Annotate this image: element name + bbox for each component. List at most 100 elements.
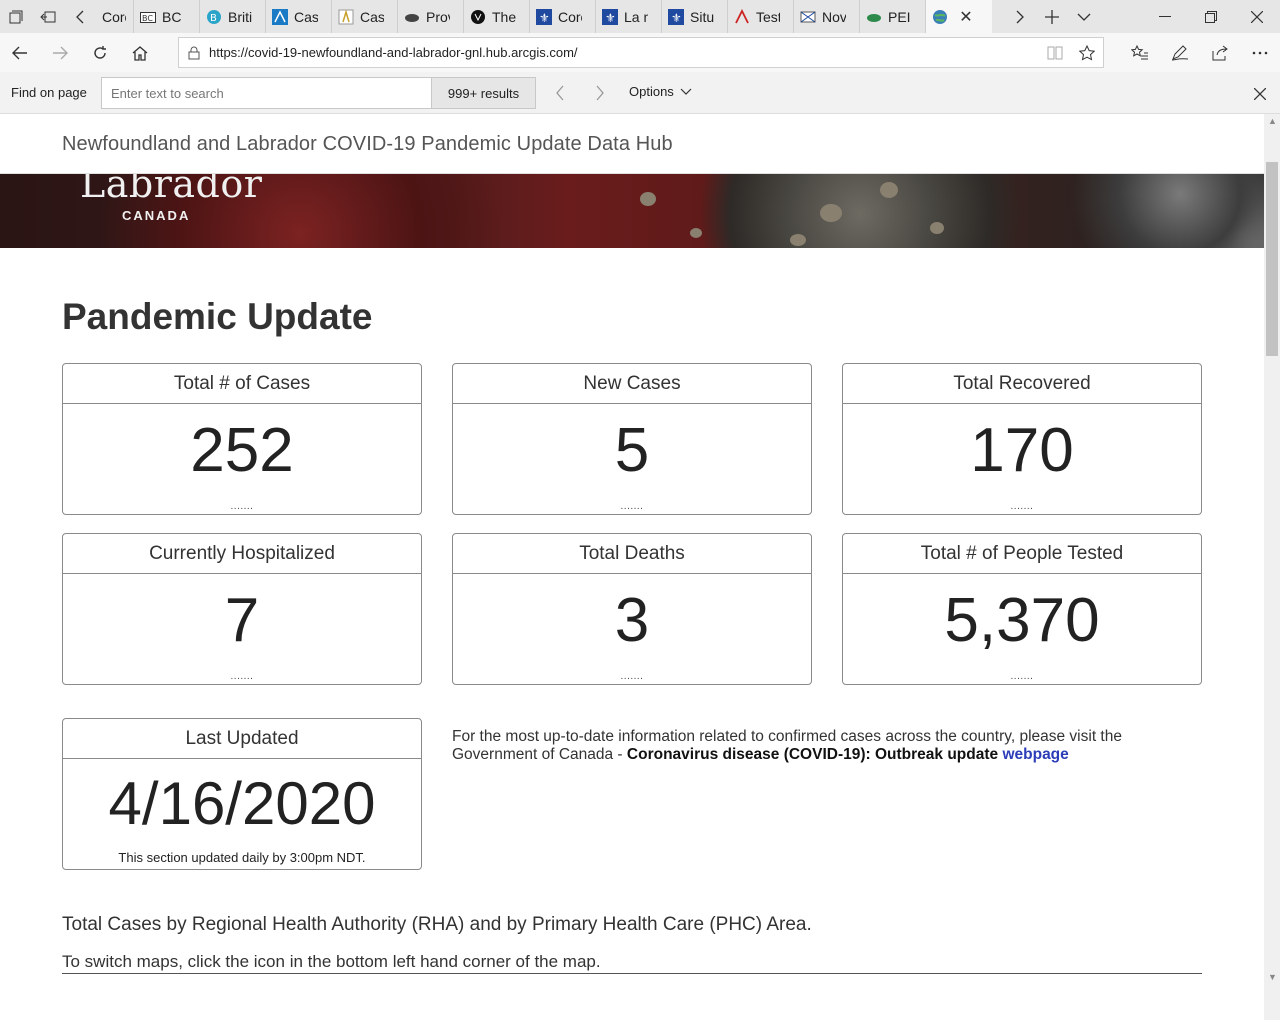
find-options-button[interactable]: Options [629, 84, 692, 99]
banner-logo-text: Labrador [80, 174, 263, 206]
card-footer: ....... [1010, 501, 1034, 512]
card-footer: ....... [1010, 671, 1034, 682]
last-updated-date: 4/16/2020 [108, 770, 376, 837]
tab-label: PEI ( [888, 8, 912, 25]
rha-section-heading: Total Cases by Regional Health Authority… [62, 914, 812, 935]
stat-card-people-tested: Total # of People Tested 5,370 ....... [842, 533, 1202, 685]
more-menu-icon[interactable] [1240, 33, 1280, 72]
site-title[interactable]: Newfoundland and Labrador COVID-19 Pande… [62, 133, 673, 156]
share-icon[interactable] [1200, 33, 1240, 72]
card-title: Last Updated [63, 719, 421, 759]
tab-item-active[interactable]: ✕ [926, 0, 992, 33]
outbreak-webpage-link[interactable]: webpage [1002, 746, 1068, 763]
find-options-label: Options [629, 84, 674, 99]
card-value: 170 [970, 416, 1074, 485]
nb-icon [734, 8, 750, 25]
hero-banner: Labrador CANADA [0, 174, 1264, 248]
card-title: Currently Hospitalized [63, 534, 421, 574]
reading-view-icon[interactable] [1039, 46, 1071, 60]
card-footer: ....... [230, 501, 254, 512]
find-label: Find on page [11, 85, 87, 100]
tab-list-icon[interactable] [0, 0, 32, 33]
svg-text:B: B [210, 13, 217, 24]
tab-item[interactable]: Prov [398, 0, 464, 33]
restore-icon[interactable] [1188, 0, 1234, 33]
favorites-hub-icon[interactable] [1120, 33, 1160, 72]
page-title: Pandemic Update [62, 296, 373, 337]
tab-item[interactable]: ⚜ Coro [530, 0, 596, 33]
forward-icon[interactable] [40, 33, 80, 72]
stat-card-total-recovered: Total Recovered 170 ....... [842, 363, 1202, 515]
svg-text:BC: BC [142, 14, 153, 23]
back-icon[interactable] [0, 33, 40, 72]
card-footer: ....... [620, 671, 644, 682]
map-switch-note: To switch maps, click the icon in the bo… [62, 952, 601, 971]
site-header: Newfoundland and Labrador COVID-19 Pande… [0, 114, 1264, 174]
find-input[interactable] [101, 77, 432, 109]
tab-label: Coro [558, 8, 582, 25]
page-scrollbar[interactable]: ▲ ▼ [1264, 114, 1280, 1020]
close-window-icon[interactable] [1234, 0, 1280, 33]
pei-icon [866, 9, 882, 25]
find-on-page-bar: Find on page 999+ results Options [0, 72, 1280, 114]
update-schedule-note: This section updated daily by 3:00pm NDT… [118, 850, 366, 865]
navigation-bar: https://covid-19-newfoundland-and-labrad… [0, 33, 1280, 72]
tab-item[interactable]: Nov [794, 0, 860, 33]
stat-card-total-cases: Total # of Cases 252 ....... [62, 363, 422, 515]
refresh-icon[interactable] [80, 33, 120, 72]
find-previous-icon[interactable] [548, 81, 572, 105]
tab-preview-icon[interactable] [1068, 0, 1100, 33]
tab-item[interactable]: Test [728, 0, 794, 33]
stat-card-hospitalized: Currently Hospitalized 7 ....... [62, 533, 422, 685]
scroll-up-icon[interactable]: ▲ [1268, 116, 1277, 126]
lock-icon[interactable] [179, 46, 209, 60]
tab-item[interactable]: PEI ( [860, 0, 926, 33]
minimize-icon[interactable] [1142, 0, 1188, 33]
new-tab-icon[interactable] [1036, 0, 1068, 33]
bc-icon: BC [140, 9, 156, 25]
tab-item[interactable]: Case [332, 0, 398, 33]
card-title: Total Recovered [843, 364, 1201, 404]
card-value: 5,370 [944, 586, 1100, 655]
bison-icon [404, 9, 420, 25]
tab-item[interactable]: The [464, 0, 530, 33]
tab-label: BC C [162, 8, 186, 25]
section-divider [62, 973, 1202, 974]
svg-text:⚜: ⚜ [671, 11, 682, 25]
url-text[interactable]: https://covid-19-newfoundland-and-labrad… [209, 45, 1039, 60]
close-tab-icon[interactable]: ✕ [954, 7, 978, 27]
tab-item[interactable]: BC BC C [134, 0, 200, 33]
home-icon[interactable] [120, 33, 160, 72]
find-next-icon[interactable] [588, 81, 612, 105]
tab-scroll-right-icon[interactable] [1004, 0, 1036, 33]
tab-item[interactable]: Coro [96, 0, 134, 33]
scroll-down-icon[interactable]: ▼ [1268, 972, 1277, 982]
page-viewport: Newfoundland and Labrador COVID-19 Pande… [0, 114, 1264, 1020]
card-title: Total # of Cases [63, 364, 421, 404]
tab-label: Case [360, 8, 384, 25]
tab-label: Prov [426, 8, 450, 25]
pen-icon[interactable] [1160, 33, 1200, 72]
ns-icon [800, 9, 816, 25]
tab-scroll-left-icon[interactable] [64, 0, 96, 33]
tab-label: La m [624, 8, 648, 25]
tab-label: Situ [690, 8, 714, 25]
tab-item[interactable]: ⚜ Situ [662, 0, 728, 33]
tab-label: Coro [102, 8, 126, 25]
scrollbar-thumb[interactable] [1266, 162, 1278, 356]
tab-item[interactable]: Case [266, 0, 332, 33]
tab-label: Nov [822, 8, 846, 25]
svg-text:⚜: ⚜ [605, 11, 616, 25]
address-bar[interactable]: https://covid-19-newfoundland-and-labrad… [178, 37, 1104, 68]
set-aside-tabs-icon[interactable] [32, 0, 64, 33]
quebec-icon: ⚜ [668, 8, 684, 25]
find-close-icon[interactable] [1249, 83, 1271, 105]
tab-item[interactable]: ⚜ La m [596, 0, 662, 33]
favorite-star-icon[interactable] [1071, 44, 1103, 61]
outbreak-info-paragraph: For the most up-to-date information rela… [452, 728, 1172, 764]
tab-item[interactable]: B Briti [200, 0, 266, 33]
chevron-down-icon [680, 88, 692, 95]
card-title: Total Deaths [453, 534, 811, 574]
info-bold-title: Coronavirus disease (COVID-19): Outbreak… [626, 746, 999, 763]
stat-card-new-cases: New Cases 5 ....... [452, 363, 812, 515]
